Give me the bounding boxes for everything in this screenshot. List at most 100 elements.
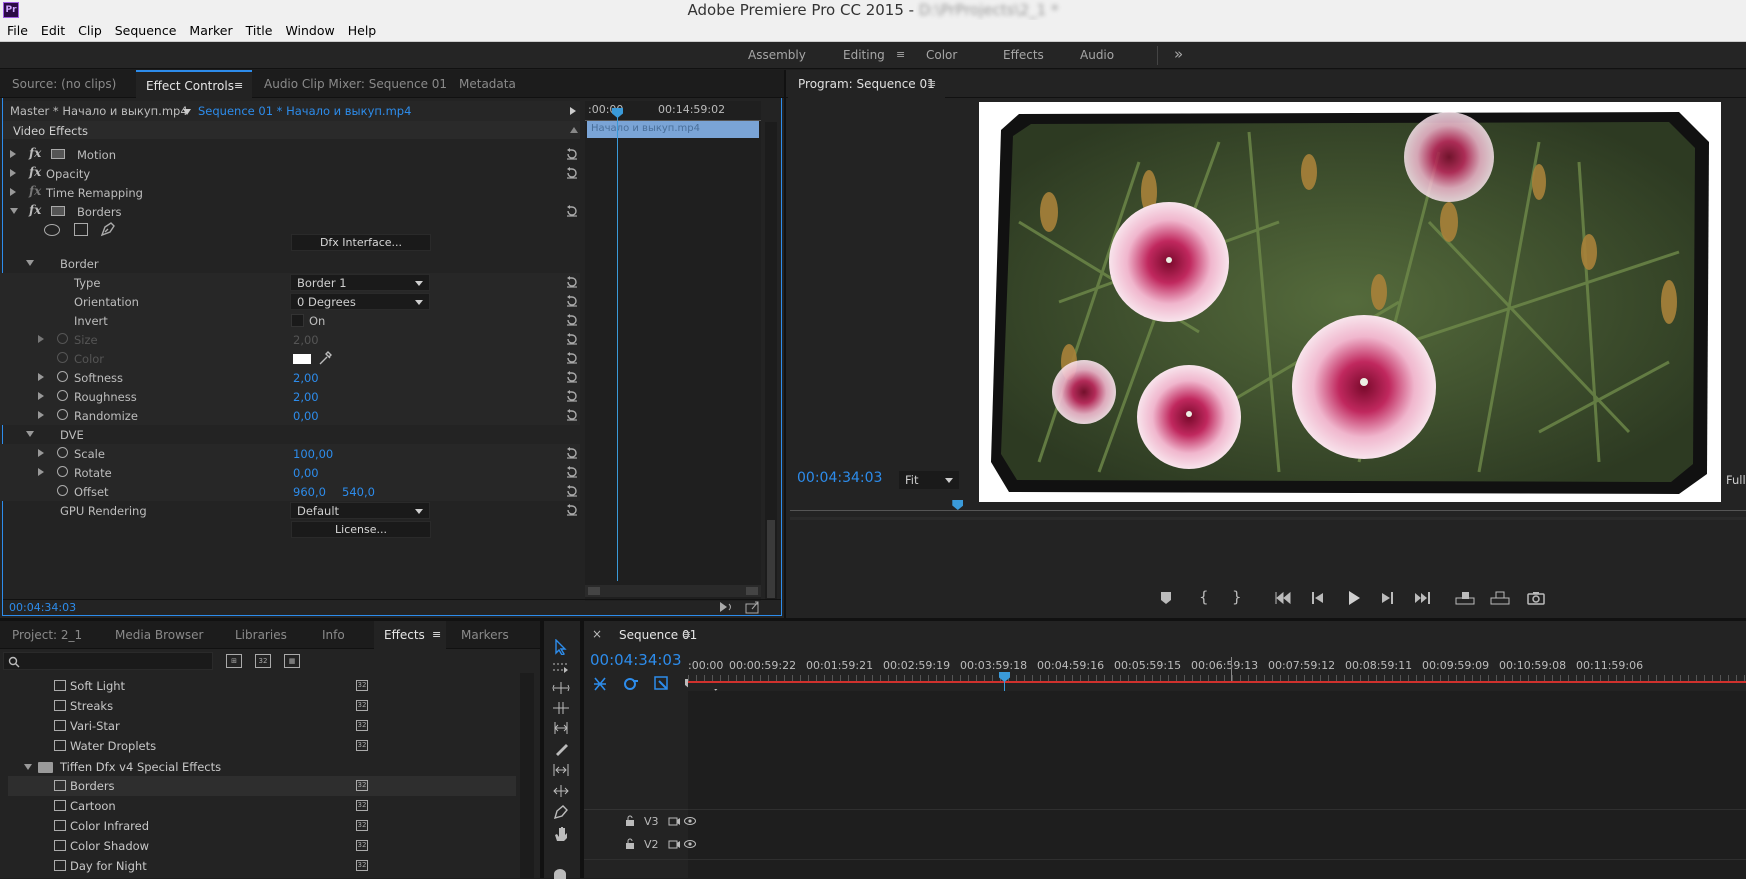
pen-mask-icon[interactable] [100,221,116,237]
menu-title[interactable]: Title [239,20,279,38]
lift-icon[interactable] [1455,590,1475,606]
expand-arrow-icon[interactable] [38,449,44,457]
tab-media-browser[interactable]: Media Browser [105,621,213,649]
ec-scroll-thumb[interactable] [767,520,775,598]
tab-effect-controls[interactable]: Effect Controls ≡ [136,70,252,98]
reset-icon[interactable] [565,204,579,218]
dfx-interface-button[interactable]: Dfx Interface... [291,234,431,251]
reset-icon[interactable] [565,503,579,517]
mini-clip-bar[interactable]: Начало и выкуп.mp4 [587,121,759,138]
list-item[interactable]: Soft Light 32 [8,676,516,696]
track-area[interactable] [688,691,1746,878]
tab-metadata[interactable]: Metadata [449,70,526,98]
folder-item[interactable]: Tiffen Dfx v4 Special Effects [8,757,516,777]
tab-project[interactable]: Project: 2_1 [2,621,92,649]
lock-icon[interactable] [625,838,635,850]
reset-icon[interactable] [565,465,579,479]
menu-sequence[interactable]: Sequence [108,20,183,38]
stopwatch-icon[interactable] [57,390,68,401]
mini-scroll-left[interactable] [588,587,600,595]
export-frame-camera-icon[interactable] [1527,591,1545,605]
track-select-tool-icon[interactable] [552,661,570,675]
expand-arrow-icon[interactable] [10,188,16,196]
menu-marker[interactable]: Marker [182,20,238,38]
workspace-overflow-icon[interactable]: » [1174,45,1183,63]
border-group-row[interactable]: Border [0,254,580,273]
mini-scrollbar[interactable] [585,585,761,597]
fx-toggle-icon[interactable]: fx [29,203,41,217]
rotate-value[interactable]: 0,00 [293,466,319,480]
stopwatch-icon[interactable] [57,409,68,420]
eye-icon[interactable] [684,816,696,826]
stopwatch-icon[interactable] [57,485,68,496]
expand-arrow-icon[interactable] [38,468,44,476]
step-forward-icon[interactable] [1380,591,1394,605]
effects-tools-divider[interactable] [540,621,544,878]
effects-menu-icon[interactable]: ≡ [432,621,441,649]
close-sequence-icon[interactable]: × [592,627,602,641]
list-item[interactable]: Day for Night 32 [8,856,516,876]
effects-scrollbar[interactable] [520,673,534,878]
fx-toggle-icon[interactable]: fx [29,165,41,179]
yuv-effects-icon[interactable]: ▦ [284,654,300,668]
horizontal-panel-divider[interactable] [0,618,1746,621]
reset-icon[interactable] [565,294,579,308]
reset-icon[interactable] [565,275,579,289]
master-clip-label[interactable]: Master * Начало и выкуп.mp4 [10,104,188,118]
tab-libraries[interactable]: Libraries [225,621,297,649]
collapse-icon[interactable] [570,127,578,133]
program-video-frame[interactable] [979,102,1721,502]
menu-clip[interactable]: Clip [71,20,108,38]
ec-vertical-scrollbar[interactable] [765,122,777,600]
editing-menu-icon[interactable]: ≡ [896,48,905,61]
list-item[interactable]: Cartoon 32 [8,796,516,816]
reset-icon[interactable] [565,147,579,161]
menu-help[interactable]: Help [341,20,383,38]
rate-stretch-tool-icon[interactable] [552,721,570,735]
list-item[interactable]: Color Infrared 32 [8,816,516,836]
workspace-audio[interactable]: Audio [1080,48,1114,62]
offset-y-value[interactable]: 540,0 [342,485,375,499]
vertical-panel-divider[interactable] [784,70,786,618]
eyedropper-icon[interactable] [318,350,332,366]
razor-tool-icon[interactable] [553,741,569,757]
reset-icon[interactable] [565,484,579,498]
track-label-v2[interactable]: V2 [644,838,659,851]
expand-arrow-icon[interactable] [38,411,44,419]
list-item[interactable]: Water Droplets 32 [8,736,516,756]
program-zoom-bar[interactable] [790,517,1746,520]
effect-mask-icon[interactable] [51,206,65,216]
expand-arrow-icon[interactable] [38,335,44,343]
pen-tool-icon[interactable] [553,804,569,820]
effect-opacity-row[interactable]: fx Opacity [0,164,580,183]
expand-arrow-icon[interactable] [38,373,44,381]
scale-value[interactable]: 100,00 [293,447,333,461]
add-marker-timeline-icon[interactable] [654,676,670,692]
collapse-arrow-icon[interactable] [26,431,34,437]
stopwatch-icon[interactable] [57,371,68,382]
timeline-timecode[interactable]: 00:04:34:03 [590,651,682,669]
orientation-dropdown[interactable]: 0 Degrees [290,293,430,310]
collapse-arrow-icon[interactable] [10,208,18,214]
workspace-assembly[interactable]: Assembly [748,48,806,62]
effect-time-remapping-row[interactable]: fx Time Remapping [0,183,580,202]
hand-tool-icon[interactable] [553,826,569,842]
roughness-value[interactable]: 2,00 [293,390,319,404]
reset-icon[interactable] [565,446,579,460]
expand-arrow-icon[interactable] [10,150,16,158]
tab-sequence-01[interactable]: Sequence 01 [609,621,708,649]
list-item[interactable]: Vari-Star 32 [8,716,516,736]
mark-in-icon[interactable]: { [1199,588,1209,606]
reset-icon[interactable] [565,389,579,403]
color-swatch[interactable] [293,354,311,364]
add-marker-icon[interactable] [1160,591,1172,605]
workspace-editing[interactable]: Editing [843,48,885,62]
expand-timeline-icon[interactable] [570,107,576,115]
tab-effects[interactable]: Effects ≡ [374,621,446,649]
menu-edit[interactable]: Edit [34,20,71,38]
resolution-dropdown[interactable]: Full [1726,473,1746,487]
tab-audio-clip-mixer[interactable]: Audio Clip Mixer: Sequence 01 [254,70,457,98]
collapse-arrow-icon[interactable] [26,260,34,266]
reset-icon[interactable] [565,166,579,180]
reset-icon[interactable] [565,370,579,384]
